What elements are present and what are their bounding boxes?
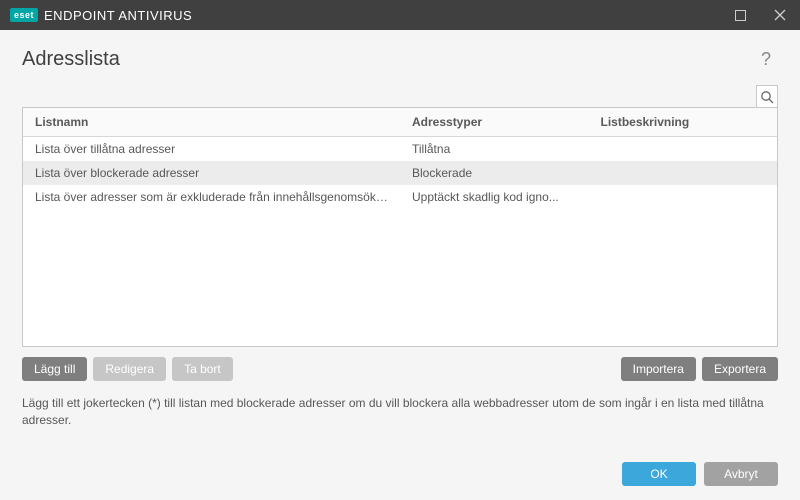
column-header-desc[interactable]: Listbeskrivning	[589, 108, 778, 137]
table-cell-desc	[589, 161, 778, 185]
table-cell-desc	[589, 137, 778, 162]
cancel-button[interactable]: Avbryt	[704, 462, 778, 486]
column-header-type[interactable]: Adresstyper	[400, 108, 589, 137]
table-cell-type: Tillåtna	[400, 137, 589, 162]
edit-button[interactable]: Redigera	[93, 357, 166, 381]
table-cell-type: Blockerade	[400, 161, 589, 185]
window-maximize-button[interactable]	[720, 0, 760, 30]
help-button[interactable]: ?	[754, 49, 778, 70]
window-close-button[interactable]	[760, 0, 800, 30]
table-cell-type: Upptäckt skadlig kod igno...	[400, 185, 589, 209]
table-row[interactable]: Lista över adresser som är exkluderade f…	[23, 185, 777, 209]
content-area: Adresslista ? Listnamn Adresstyper Listb…	[0, 30, 800, 500]
address-list-table: Listnamn Adresstyper Listbeskrivning Lis…	[22, 107, 778, 347]
table-cell-name: Lista över tillåtna adresser	[23, 137, 400, 162]
table-row[interactable]: Lista över blockerade adresserBlockerade	[23, 161, 777, 185]
search-button[interactable]	[756, 85, 778, 107]
app-title: ENDPOINT ANTIVIRUS	[44, 8, 192, 23]
add-button[interactable]: Lägg till	[22, 357, 87, 381]
table-cell-name: Lista över adresser som är exkluderade f…	[23, 185, 400, 209]
brand-badge: eset	[10, 8, 38, 22]
column-header-name[interactable]: Listnamn	[23, 108, 400, 137]
ok-button[interactable]: OK	[622, 462, 696, 486]
table-cell-name: Lista över blockerade adresser	[23, 161, 400, 185]
hint-text: Lägg till ett jokertecken (*) till lista…	[22, 395, 778, 430]
titlebar: eset ENDPOINT ANTIVIRUS	[0, 0, 800, 30]
import-button[interactable]: Importera	[621, 357, 696, 381]
delete-button[interactable]: Ta bort	[172, 357, 233, 381]
export-button[interactable]: Exportera	[702, 357, 778, 381]
table-cell-desc	[589, 185, 778, 209]
page-title: Adresslista	[22, 48, 120, 71]
search-icon	[760, 90, 774, 104]
table-row[interactable]: Lista över tillåtna adresserTillåtna	[23, 137, 777, 162]
